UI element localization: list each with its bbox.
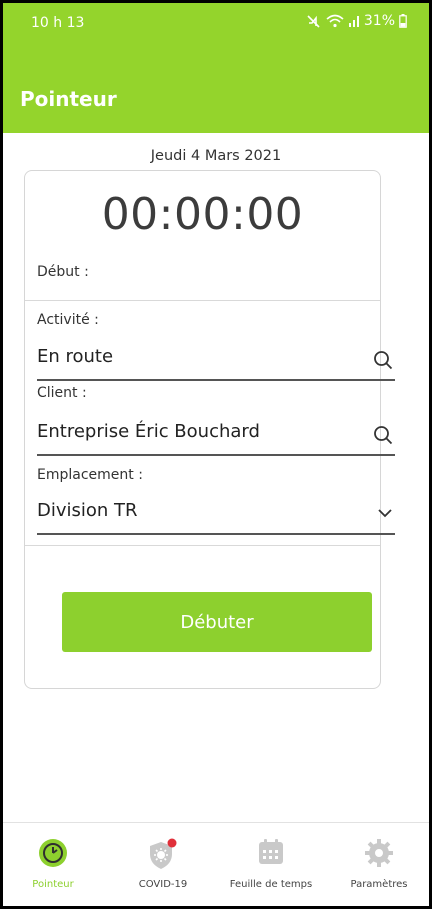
app-bar: 10 h 13 31% Pointeur [3,3,429,133]
wifi-icon [326,14,344,28]
status-time: 10 h 13 [31,15,85,31]
activity-label: Activité : [37,312,99,328]
mute-icon [307,15,320,28]
chevron-down-icon[interactable] [377,508,393,518]
nav-item-timesheet[interactable]: Feuille de temps [221,823,321,906]
start-time-label: Début : [37,264,89,280]
nav-item-pointeur[interactable]: Pointeur [3,823,103,906]
page-title: Pointeur [20,87,117,111]
client-field[interactable]: Entreprise Éric Bouchard [37,412,395,456]
client-value: Entreprise Éric Bouchard [37,421,260,442]
punch-card: 00:00:00 Début : Activité : En route Cli… [24,170,395,689]
start-button[interactable]: Débuter [62,592,372,652]
app-screen: 10 h 13 31% Pointeur Jeudi 4 Mars 2021 0… [3,3,429,906]
nav-item-covid[interactable]: COVID-19 [113,823,213,906]
gear-icon [365,839,393,867]
search-icon[interactable] [373,350,393,370]
calendar-icon [259,839,283,864]
location-select[interactable]: Division TR [37,491,395,535]
divider [25,545,380,546]
activity-value: En route [37,346,114,367]
current-date: Jeudi 4 Mars 2021 [150,148,282,164]
divider [25,300,380,301]
location-label: Emplacement : [37,467,143,483]
notification-badge [167,838,177,848]
nav-item-settings[interactable]: Paramètres [329,823,429,906]
nav-label: Pointeur [32,879,74,890]
nav-label: Paramètres [350,879,408,890]
signal-icon [348,16,359,27]
timer-display: 00:00:00 [101,189,304,240]
stopwatch-icon [39,839,67,867]
status-bar: 10 h 13 31% [3,3,429,43]
shield-virus-icon [150,838,177,869]
activity-field[interactable]: En route [37,337,395,381]
location-value: Division TR [37,500,138,521]
bottom-navigation: Pointeur COVID-19 Feuille de temps Param… [3,822,429,906]
status-icons: 31% [306,13,407,29]
nav-label: Feuille de temps [229,879,313,890]
battery-icon [399,14,407,28]
client-label: Client : [37,385,87,401]
search-icon[interactable] [373,425,393,445]
nav-label: COVID-19 [138,879,188,890]
battery-percent: 31% [363,13,395,29]
